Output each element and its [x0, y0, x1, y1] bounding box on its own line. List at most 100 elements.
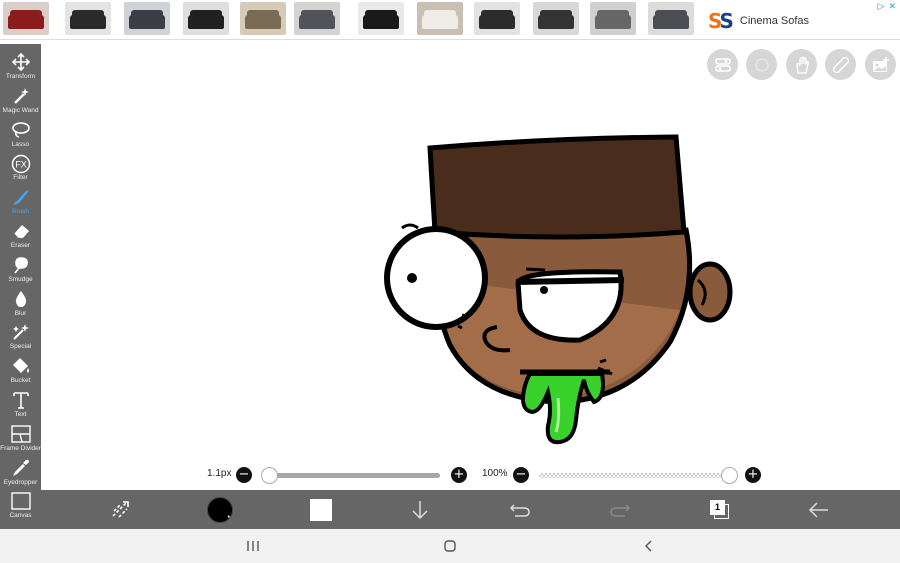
tool-label: Filter	[13, 174, 28, 182]
shape-tool-icon	[112, 501, 129, 518]
ad-thumbnail[interactable]	[183, 2, 229, 35]
settings-toggle-icon	[714, 57, 731, 72]
eraser-icon	[0, 222, 41, 242]
ad-thumbnail[interactable]	[417, 2, 463, 35]
ad-brand[interactable]: SS Cinema Sofas	[708, 9, 809, 33]
ad-banner[interactable]: SS Cinema Sofas ▷ ✕	[0, 0, 900, 40]
undo-icon	[509, 504, 530, 517]
save-download-button[interactable]	[405, 495, 435, 525]
brush-size-label: 1.1px	[207, 468, 232, 479]
recent-apps-icon	[247, 541, 259, 551]
tool-smudge[interactable]: Smudge	[0, 255, 41, 289]
chevron-left-icon	[645, 540, 652, 552]
canvas-drawing[interactable]	[380, 130, 740, 455]
svg-text:FX: FX	[15, 160, 27, 170]
tool-eraser[interactable]: Eraser	[0, 221, 41, 255]
nav-back-button[interactable]	[640, 538, 656, 554]
tool-label: Canvas	[9, 512, 32, 520]
tool-magic-wand[interactable]: Magic Wand	[0, 86, 41, 120]
ad-thumbnail[interactable]	[533, 2, 579, 35]
arrow-down-icon	[412, 501, 428, 520]
brush-icon	[0, 188, 41, 208]
ad-thumbnail[interactable]	[474, 2, 520, 35]
brush-size-slider[interactable]	[268, 473, 440, 478]
redo-button[interactable]	[605, 495, 635, 525]
ad-brand-logo: SS	[708, 9, 734, 33]
ad-thumbnail[interactable]	[590, 2, 636, 35]
ruler-button[interactable]	[825, 49, 856, 80]
ad-thumbnail[interactable]	[3, 2, 49, 35]
tool-label: Blur	[14, 309, 27, 317]
primary-color-swatch: •	[207, 497, 233, 523]
tool-lasso[interactable]: Lasso	[0, 120, 41, 154]
lasso-icon	[0, 121, 41, 141]
fx-icon: FX	[0, 154, 41, 174]
secondary-color-button[interactable]	[306, 495, 336, 525]
hand-button[interactable]	[786, 49, 817, 80]
tool-label: Bucket	[10, 377, 31, 385]
secondary-color-swatch	[310, 499, 332, 521]
tool-bucket[interactable]: Bucket	[0, 356, 41, 390]
arrow-left-icon	[808, 502, 828, 518]
tool-brush[interactable]: Brush	[0, 187, 41, 221]
droplet-icon	[0, 290, 41, 310]
ad-choices[interactable]: ▷ ✕	[878, 1, 896, 12]
ad-thumbnail[interactable]	[240, 2, 286, 35]
tool-text[interactable]: Text	[0, 390, 41, 424]
action-bar: • 1	[41, 490, 900, 529]
undo-button[interactable]	[505, 495, 535, 525]
ad-choices-icon[interactable]: ▷	[878, 1, 885, 12]
tool-label: Frame Divider	[0, 444, 41, 452]
ad-thumbnail[interactable]	[358, 2, 404, 35]
layer-count: 1	[710, 500, 725, 515]
redo-icon	[610, 504, 631, 517]
brush-sliders: 1.1px − + 100% − +	[0, 462, 900, 488]
tool-label: Transform	[5, 73, 36, 80]
circle-icon	[754, 57, 769, 72]
system-nav-bar	[0, 529, 900, 563]
tool-blur[interactable]: Blur	[0, 289, 41, 323]
tool-label: Text	[14, 411, 27, 418]
layers-icon: 1	[710, 500, 730, 520]
sparkle-icon	[0, 323, 41, 343]
tool-label: Magic Wand	[2, 106, 39, 114]
ad-close-icon[interactable]: ✕	[888, 1, 896, 12]
brush-size-knob[interactable]	[261, 467, 278, 484]
image-button[interactable]	[865, 49, 896, 80]
magic-wand-icon	[0, 87, 41, 107]
ad-thumbnail[interactable]	[124, 2, 170, 35]
tool-transform[interactable]: Transform	[0, 52, 41, 86]
size-increase-button[interactable]: +	[451, 467, 467, 483]
ad-thumbnail[interactable]	[294, 2, 340, 35]
canvas-icon	[0, 492, 41, 512]
home-icon	[444, 540, 456, 552]
recent-apps-button[interactable]	[245, 538, 261, 554]
circle-button[interactable]	[746, 49, 777, 80]
tool-bar: Transform Magic Wand Lasso FX Filter Brush Era…	[0, 44, 41, 529]
tool-label: Lasso	[11, 140, 30, 148]
hand-icon	[795, 55, 809, 74]
brush-opacity-knob[interactable]	[721, 467, 738, 484]
back-button[interactable]	[804, 495, 834, 525]
brush-opacity-slider[interactable]	[539, 473, 727, 478]
tool-filter[interactable]: FX Filter	[0, 153, 41, 187]
shape-tool-button[interactable]	[105, 495, 135, 525]
bucket-icon	[0, 357, 41, 377]
ad-thumbnail[interactable]	[648, 2, 694, 35]
tool-canvas[interactable]: Canvas	[0, 491, 41, 525]
text-icon	[0, 391, 41, 411]
ruler-icon	[832, 56, 849, 73]
home-button[interactable]	[442, 538, 458, 554]
tool-label: Eraser	[10, 242, 31, 249]
layers-button[interactable]: 1	[705, 495, 735, 525]
tool-special[interactable]: Special	[0, 322, 41, 356]
settings-toggle-button[interactable]	[707, 49, 738, 80]
ad-thumbnail[interactable]	[65, 2, 111, 35]
tool-label: Special	[9, 343, 32, 351]
opacity-decrease-button[interactable]: −	[513, 467, 529, 483]
opacity-increase-button[interactable]: +	[745, 467, 761, 483]
tool-frame-divider[interactable]: Frame Divider	[0, 424, 41, 458]
move-arrows-icon	[0, 52, 41, 73]
primary-color-button[interactable]: •	[205, 495, 235, 525]
size-decrease-button[interactable]: −	[236, 467, 252, 483]
